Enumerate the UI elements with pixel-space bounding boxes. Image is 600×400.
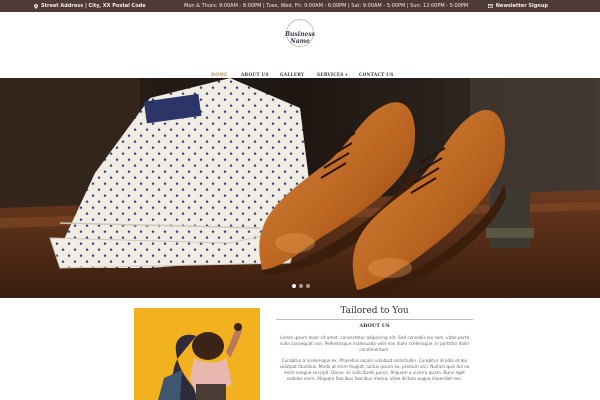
newsletter-signup-link[interactable]: Newsletter Signup <box>487 0 548 12</box>
nav-contact-us[interactable]: CONTACT US <box>359 72 394 77</box>
about-paragraph-2: Curabitur a scelerisque ex. Phasellus ia… <box>279 358 470 381</box>
newsletter-label[interactable]: Newsletter Signup <box>496 3 548 9</box>
nav-gallery[interactable]: GALLERY <box>280 72 304 77</box>
site-header: Business Name HOME ABOUT US GALLERY SERV… <box>0 12 600 78</box>
slider-dot-2[interactable] <box>299 284 303 288</box>
nav-about-us[interactable]: ABOUT US <box>241 72 269 77</box>
section-divider <box>276 319 473 320</box>
section-title: Tailored to You <box>340 306 409 316</box>
business-hours: Mon & Thurs: 9:00AM - 8:00PM | Tues, Wed… <box>184 3 469 9</box>
nav-home[interactable]: HOME <box>211 72 228 77</box>
about-heading: ABOUT US <box>359 323 390 329</box>
map-pin-icon <box>34 3 38 9</box>
top-info-bar: Street Address | City, XX Postal Code Mo… <box>0 0 600 12</box>
address-text: Street Address | City, XX Postal Code <box>41 3 146 9</box>
slider-pagination <box>292 284 310 288</box>
nav-services[interactable]: SERVICES ▾ <box>317 72 348 77</box>
about-photo <box>134 308 260 400</box>
slider-dot-3[interactable] <box>306 284 310 288</box>
envelope-icon <box>487 4 493 8</box>
about-paragraph-1: Lorem ipsum dolor sit amet, consectetur … <box>279 335 470 352</box>
hero-image <box>0 78 600 298</box>
hero-slider[interactable] <box>0 78 600 298</box>
business-logo[interactable]: Business Name <box>276 18 324 54</box>
address-block: Street Address | City, XX Postal Code <box>34 0 146 12</box>
dancer-image <box>134 308 260 400</box>
logo-text: Business Name <box>284 31 316 45</box>
about-section: Tailored to You ABOUT US Lorem ipsum dol… <box>276 306 473 382</box>
slider-dot-1[interactable] <box>292 284 296 288</box>
